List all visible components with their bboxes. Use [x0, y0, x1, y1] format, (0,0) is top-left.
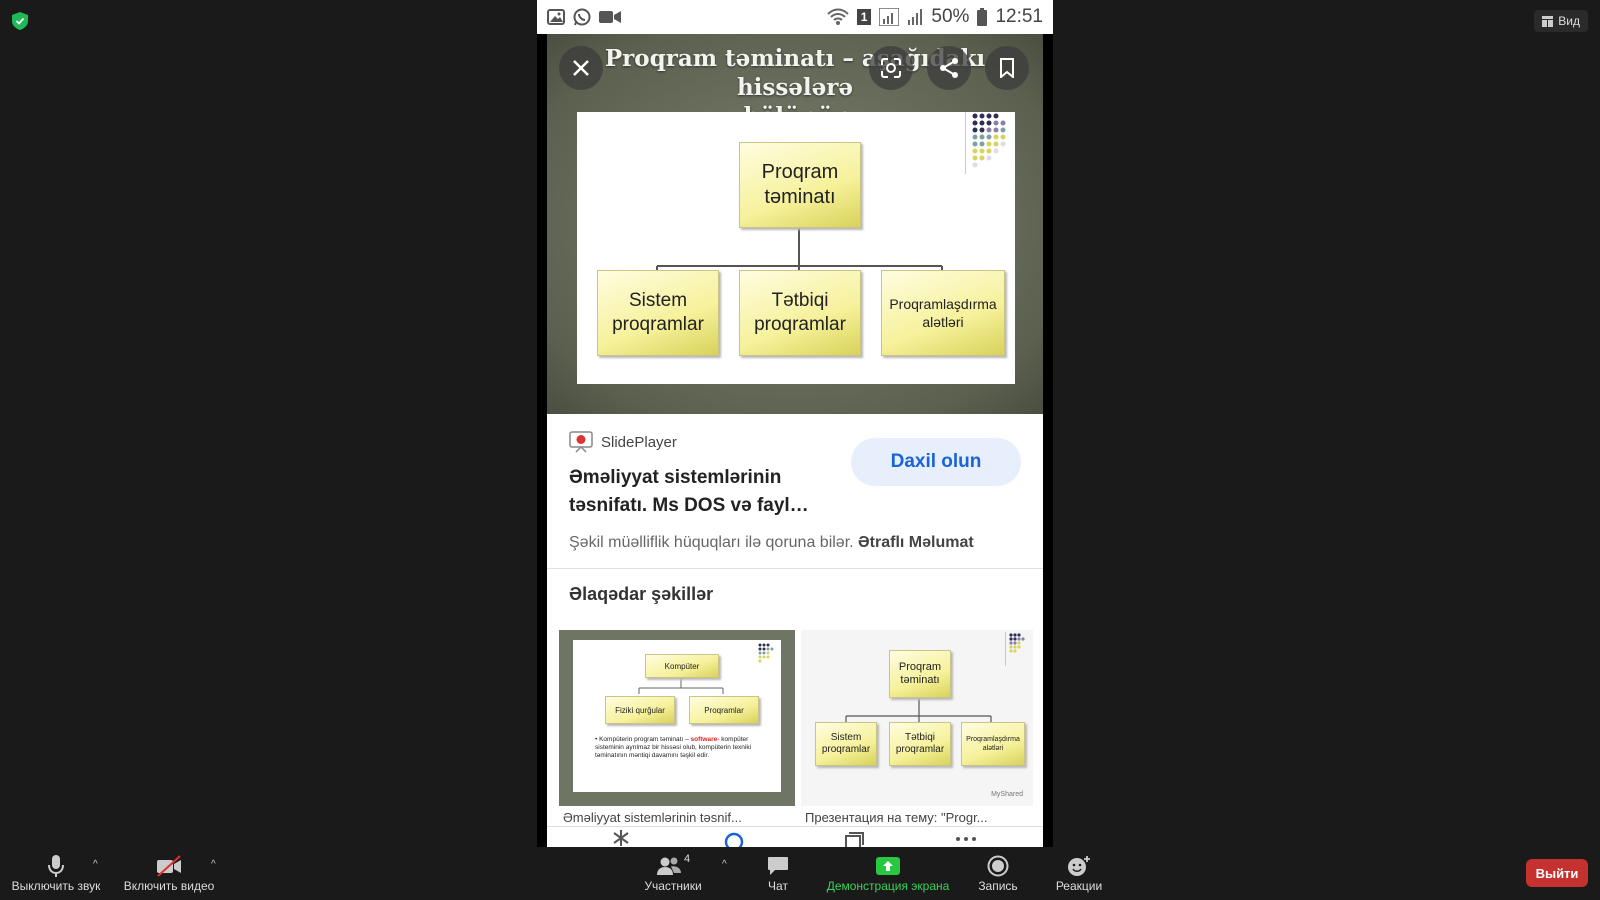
- divider: [547, 568, 1043, 569]
- view-button[interactable]: Вид: [1534, 10, 1588, 32]
- source-name: SlidePlayer: [601, 433, 677, 451]
- thumb-child-box: Sistem proqramlar: [815, 722, 877, 766]
- leave-meeting-button[interactable]: Выйти: [1526, 859, 1588, 887]
- tabs-icon[interactable]: [843, 831, 865, 847]
- slideplayer-logo-icon: [569, 431, 593, 453]
- image-viewer[interactable]: Proqram təminatı – aşağıdakı hissələrə b…: [547, 34, 1043, 414]
- source-row[interactable]: SlidePlayer: [569, 430, 677, 454]
- phone-bottom-nav: [547, 826, 1043, 847]
- microphone-icon: [48, 855, 64, 877]
- thumb-watermark: MyShared: [991, 791, 1023, 798]
- more-info-link[interactable]: Ətraflı Məlumat: [858, 534, 974, 551]
- participants-count: 4: [683, 853, 691, 865]
- reactions-button[interactable]: Реакции: [1050, 853, 1108, 893]
- thumb-child-box: Fiziki qurğular: [605, 696, 675, 724]
- chat-icon: [768, 857, 788, 875]
- grid-icon: [1542, 15, 1554, 27]
- discover-icon[interactable]: [611, 829, 631, 847]
- battery-percent: 50%: [931, 6, 970, 27]
- video-off-icon: [157, 855, 181, 877]
- sim-badge: 1: [856, 9, 872, 25]
- thumb-root-box: Kompüter: [645, 654, 719, 678]
- share-button[interactable]: [927, 46, 971, 90]
- share-screen-icon: [876, 857, 900, 875]
- thumb-note: • Kompüterin program təminatı – software…: [595, 736, 752, 759]
- thumb-child-box: Tətbiqi proqramlar: [889, 722, 951, 766]
- related-thumbnail[interactable]: Proqram təminatı Sistem proqramlar Tətbi…: [801, 630, 1033, 806]
- close-button[interactable]: [559, 46, 603, 90]
- copyright-notice: Şəkil müəlliflik hüquqları ilə qoruna bi…: [569, 534, 974, 551]
- chat-button[interactable]: Чат: [756, 853, 800, 893]
- shield-check-icon[interactable]: [12, 12, 28, 30]
- child-box: Proqramlaşdırma alətləri: [881, 270, 1005, 356]
- slide-content: Proqram təminatı Sistem proqramlar Tətbi…: [577, 112, 1015, 384]
- thumb-child-box: Proqramlaşdırma alətləri: [961, 722, 1025, 766]
- record-icon: [987, 855, 1009, 877]
- participants-button[interactable]: 4 Участники: [638, 853, 708, 893]
- signal-bars-icon: [908, 9, 923, 25]
- chevron-up-icon[interactable]: ^: [93, 859, 98, 870]
- bookmark-icon: [1000, 58, 1014, 78]
- signal-icon: [879, 8, 900, 26]
- search-icon[interactable]: [723, 831, 745, 847]
- login-button[interactable]: Daxil olun: [851, 438, 1021, 486]
- mute-button[interactable]: Выключить звук: [10, 853, 102, 893]
- thumb-caption[interactable]: Əməliyyat sistemlərinin təsnif...: [563, 810, 791, 825]
- more-icon[interactable]: [955, 835, 977, 843]
- clock-time: 12:51: [995, 6, 1043, 27]
- share-screen-button[interactable]: Демонстрация экрана: [820, 853, 956, 893]
- phone-status-bar: 1 50% 12:51: [537, 0, 1053, 34]
- reaction-icon: [1068, 856, 1090, 876]
- whatsapp-icon: [573, 8, 591, 26]
- close-icon: [573, 60, 589, 76]
- participants-icon: [656, 857, 681, 875]
- related-images-title: Əlaqədar şəkillər: [569, 584, 714, 604]
- result-info-panel: SlidePlayer Əməliyyat sistemlərinin təsn…: [547, 414, 1043, 847]
- video-camera-icon: [599, 11, 621, 23]
- result-headline[interactable]: Əməliyyat sistemlərinin təsnifatı. Ms DO…: [569, 464, 839, 520]
- wifi-icon: [827, 8, 849, 25]
- share-icon: [940, 58, 958, 78]
- battery-icon: [977, 8, 988, 26]
- chevron-up-icon[interactable]: ^: [211, 859, 216, 870]
- child-box: Tətbiqi proqramlar: [739, 270, 861, 356]
- related-thumbnail[interactable]: Kompüter Fiziki qurğular Proqramlar • Ko…: [559, 630, 795, 806]
- record-button[interactable]: Запись: [972, 853, 1024, 893]
- thumb-root-box: Proqram təminatı: [889, 650, 951, 698]
- lens-icon: [881, 58, 901, 78]
- root-box: Proqram təminatı: [739, 142, 861, 228]
- child-box: Sistem proqramlar: [597, 270, 719, 356]
- bookmark-button[interactable]: [985, 46, 1029, 90]
- chevron-up-icon[interactable]: ^: [722, 859, 727, 870]
- thumb-child-box: Proqramlar: [689, 696, 759, 724]
- gallery-icon: [547, 9, 565, 25]
- meeting-toolbar: Выключить звук ^ Включить видео ^ 4 Учас…: [0, 847, 1600, 900]
- view-label: Вид: [1558, 14, 1580, 28]
- start-video-button[interactable]: Включить видео: [122, 853, 216, 893]
- thumb-caption[interactable]: Презентация на тему: "Progr...: [805, 810, 1033, 825]
- shared-phone-screen: 1 50% 12:51 Proqram təminatı – aşağıdakı…: [537, 0, 1053, 847]
- lens-button[interactable]: [869, 46, 913, 90]
